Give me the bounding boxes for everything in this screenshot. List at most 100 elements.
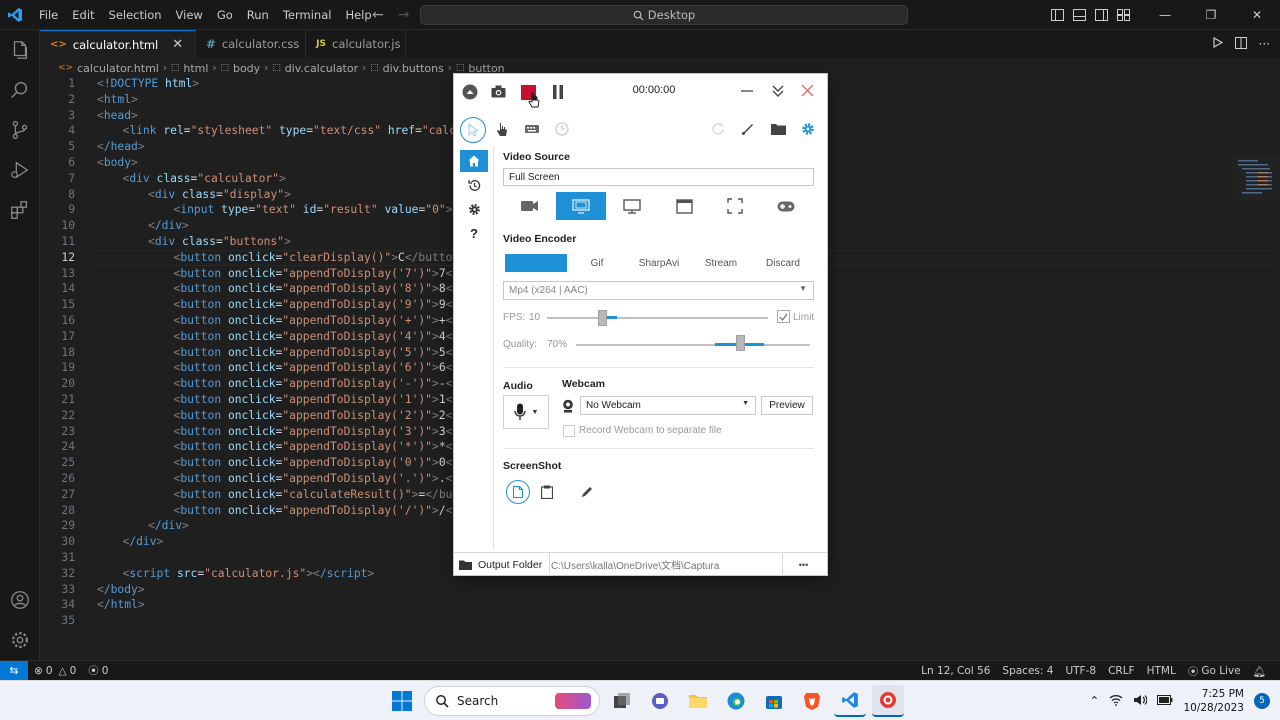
code-line[interactable]: 28 <button onclick="appendToDisplay('/')"… [40, 503, 472, 519]
code-line[interactable]: 22 <button onclick="appendToDisplay('2')"… [40, 408, 472, 424]
history-icon[interactable] [460, 174, 488, 196]
help-question-icon[interactable]: ? [460, 222, 488, 244]
output-folder-button[interactable]: Output Folder [454, 553, 550, 576]
code-line[interactable]: 15 <button onclick="appendToDisplay('9')"… [40, 297, 472, 313]
code-line[interactable]: 9 <input type="text" id="result" value="0… [40, 202, 452, 218]
wifi-icon[interactable] [1109, 694, 1123, 709]
code-line[interactable]: 26 <button onclick="appendToDisplay('.')"… [40, 471, 472, 487]
screenshot-save-file-icon[interactable] [506, 480, 530, 504]
folder-icon[interactable] [771, 123, 786, 135]
minimize-icon[interactable] [741, 85, 753, 97]
clipboard-icon[interactable] [540, 485, 554, 502]
code-line[interactable]: 3 <head> [40, 108, 138, 124]
split-editor-icon[interactable] [1234, 36, 1247, 52]
code-line[interactable]: 31 [40, 550, 75, 566]
code-line[interactable]: 18 <button onclick="appendToDisplay('5')"… [40, 345, 472, 361]
encoder-tab-stream[interactable]: Stream [690, 254, 752, 272]
limit-checkbox[interactable] [777, 310, 790, 323]
refresh-icon[interactable] [711, 122, 725, 136]
code-line[interactable]: 19 <button onclick="appendToDisplay('6')"… [40, 360, 472, 376]
encoder-tab-sharpavi[interactable]: SharpAvi [628, 254, 690, 272]
file-explorer-icon[interactable] [682, 685, 714, 717]
remote-icon[interactable]: ⇆ [0, 660, 28, 681]
ports-indicator[interactable]: ⦿ 0 [82, 663, 114, 678]
code-line[interactable]: 20 <button onclick="appendToDisplay('-')"… [40, 376, 472, 392]
show-hidden-icons-chevron-icon[interactable]: ⌃ [1089, 694, 1099, 708]
code-line[interactable]: 32 <script src="calculator.js"></script> [40, 566, 374, 582]
source-control-icon[interactable] [0, 110, 40, 150]
close-icon[interactable]: ✕ [1234, 0, 1280, 30]
code-line[interactable]: 23 <button onclick="appendToDisplay('3')"… [40, 424, 472, 440]
settings-gear-icon[interactable] [801, 122, 815, 136]
menu-file[interactable]: File [32, 0, 65, 30]
minimize-icon[interactable]: — [1142, 0, 1188, 30]
notifications-bell-icon[interactable]: 🔔︎ [1247, 665, 1272, 678]
notification-badge[interactable]: 5 [1254, 693, 1270, 709]
more-options-button[interactable]: ••• [782, 553, 824, 576]
code-line[interactable]: 16 <button onclick="appendToDisplay('+')"… [40, 313, 472, 329]
problems-indicator[interactable]: ⊗ 0 △ 0 [28, 665, 82, 677]
edge-browser-icon[interactable] [720, 685, 752, 717]
code-line[interactable]: 34 </html> [40, 597, 144, 613]
breadcrumb-item[interactable]: html [183, 62, 208, 75]
pause-button[interactable] [552, 85, 564, 99]
system-clock[interactable]: 7:25 PM 10/28/2023 [1183, 687, 1244, 715]
indentation[interactable]: Spaces: 4 [996, 665, 1059, 677]
command-center-search[interactable]: Desktop [420, 5, 908, 25]
tab-calculator-js[interactable]: JS calculator.js [306, 30, 407, 58]
menu-run[interactable]: Run [240, 0, 276, 30]
code-line[interactable]: 12 <button onclick="clearDisplay()">C</bu… [40, 250, 466, 266]
keystrokes-keyboard-icon[interactable] [525, 124, 539, 134]
encoder-tab-discard[interactable]: Discard [752, 254, 814, 272]
code-line[interactable]: 1 <!DOCTYPE html> [40, 76, 199, 92]
code-line[interactable]: 35 [40, 613, 75, 629]
close-icon[interactable] [801, 84, 814, 97]
language-mode[interactable]: HTML [1141, 665, 1182, 677]
code-line[interactable]: 7 <div class="calculator"> [40, 171, 286, 187]
cursor-position[interactable]: Ln 12, Col 56 [915, 665, 996, 677]
encoding[interactable]: UTF-8 [1059, 665, 1102, 677]
microsoft-store-icon[interactable] [758, 685, 790, 717]
webcam-preview-button[interactable]: Preview [761, 396, 813, 415]
customize-layout-icon[interactable] [1112, 0, 1134, 30]
home-icon[interactable] [460, 150, 488, 172]
code-line[interactable]: 25 <button onclick="appendToDisplay('0')"… [40, 455, 472, 471]
tab-close-icon[interactable]: ✕ [172, 37, 183, 52]
account-icon[interactable] [0, 580, 40, 620]
minimap[interactable] [1232, 156, 1280, 200]
gamepad-source-icon[interactable] [761, 192, 811, 220]
screen-source-icon[interactable] [556, 192, 606, 220]
code-line[interactable]: 29 </div> [40, 518, 188, 534]
menu-go[interactable]: Go [210, 0, 240, 30]
vscode-taskbar-icon[interactable] [834, 685, 866, 717]
end-of-line[interactable]: CRLF [1102, 665, 1141, 677]
menu-terminal[interactable]: Terminal [276, 0, 339, 30]
run-icon[interactable] [1212, 36, 1223, 51]
breadcrumb-item[interactable]: calculator.html [77, 62, 159, 75]
code-line[interactable]: 10 </div> [40, 218, 188, 234]
breadcrumb-item[interactable]: body [233, 62, 260, 75]
toggle-secondary-sidebar-icon[interactable] [1090, 0, 1112, 30]
menu-selection[interactable]: Selection [102, 0, 169, 30]
code-line[interactable]: 8 <div class="display"> [40, 187, 291, 203]
restore-icon[interactable]: ❐ [1188, 0, 1234, 30]
back-arrow-icon[interactable]: ← [372, 7, 384, 23]
camera-screenshot-icon[interactable] [491, 85, 506, 98]
code-line[interactable]: 4 <link rel="stylesheet" type="text/css" … [40, 123, 476, 139]
window-source-icon[interactable] [659, 192, 709, 220]
run-debug-icon[interactable] [0, 150, 40, 190]
monitor-source-icon[interactable] [607, 192, 657, 220]
tab-calculator-html[interactable]: <> calculator.html ✕ [40, 30, 197, 58]
explorer-icon[interactable] [0, 30, 40, 70]
quality-slider-thumb[interactable] [735, 335, 745, 351]
captura-taskbar-icon[interactable] [872, 685, 904, 717]
video-source-field[interactable]: Full Screen [503, 168, 814, 186]
code-line[interactable]: 13 <button onclick="appendToDisplay('7')"… [40, 266, 472, 282]
fps-slider-thumb[interactable] [598, 310, 608, 326]
forward-arrow-icon[interactable]: → [398, 7, 410, 23]
code-line[interactable]: 24 <button onclick="appendToDisplay('*')"… [40, 439, 472, 455]
code-line[interactable]: 30 </div> [40, 534, 163, 550]
brush-edit-icon[interactable] [741, 122, 755, 136]
taskbar-search[interactable]: Search [424, 686, 600, 716]
toggle-primary-sidebar-icon[interactable] [1046, 0, 1068, 30]
